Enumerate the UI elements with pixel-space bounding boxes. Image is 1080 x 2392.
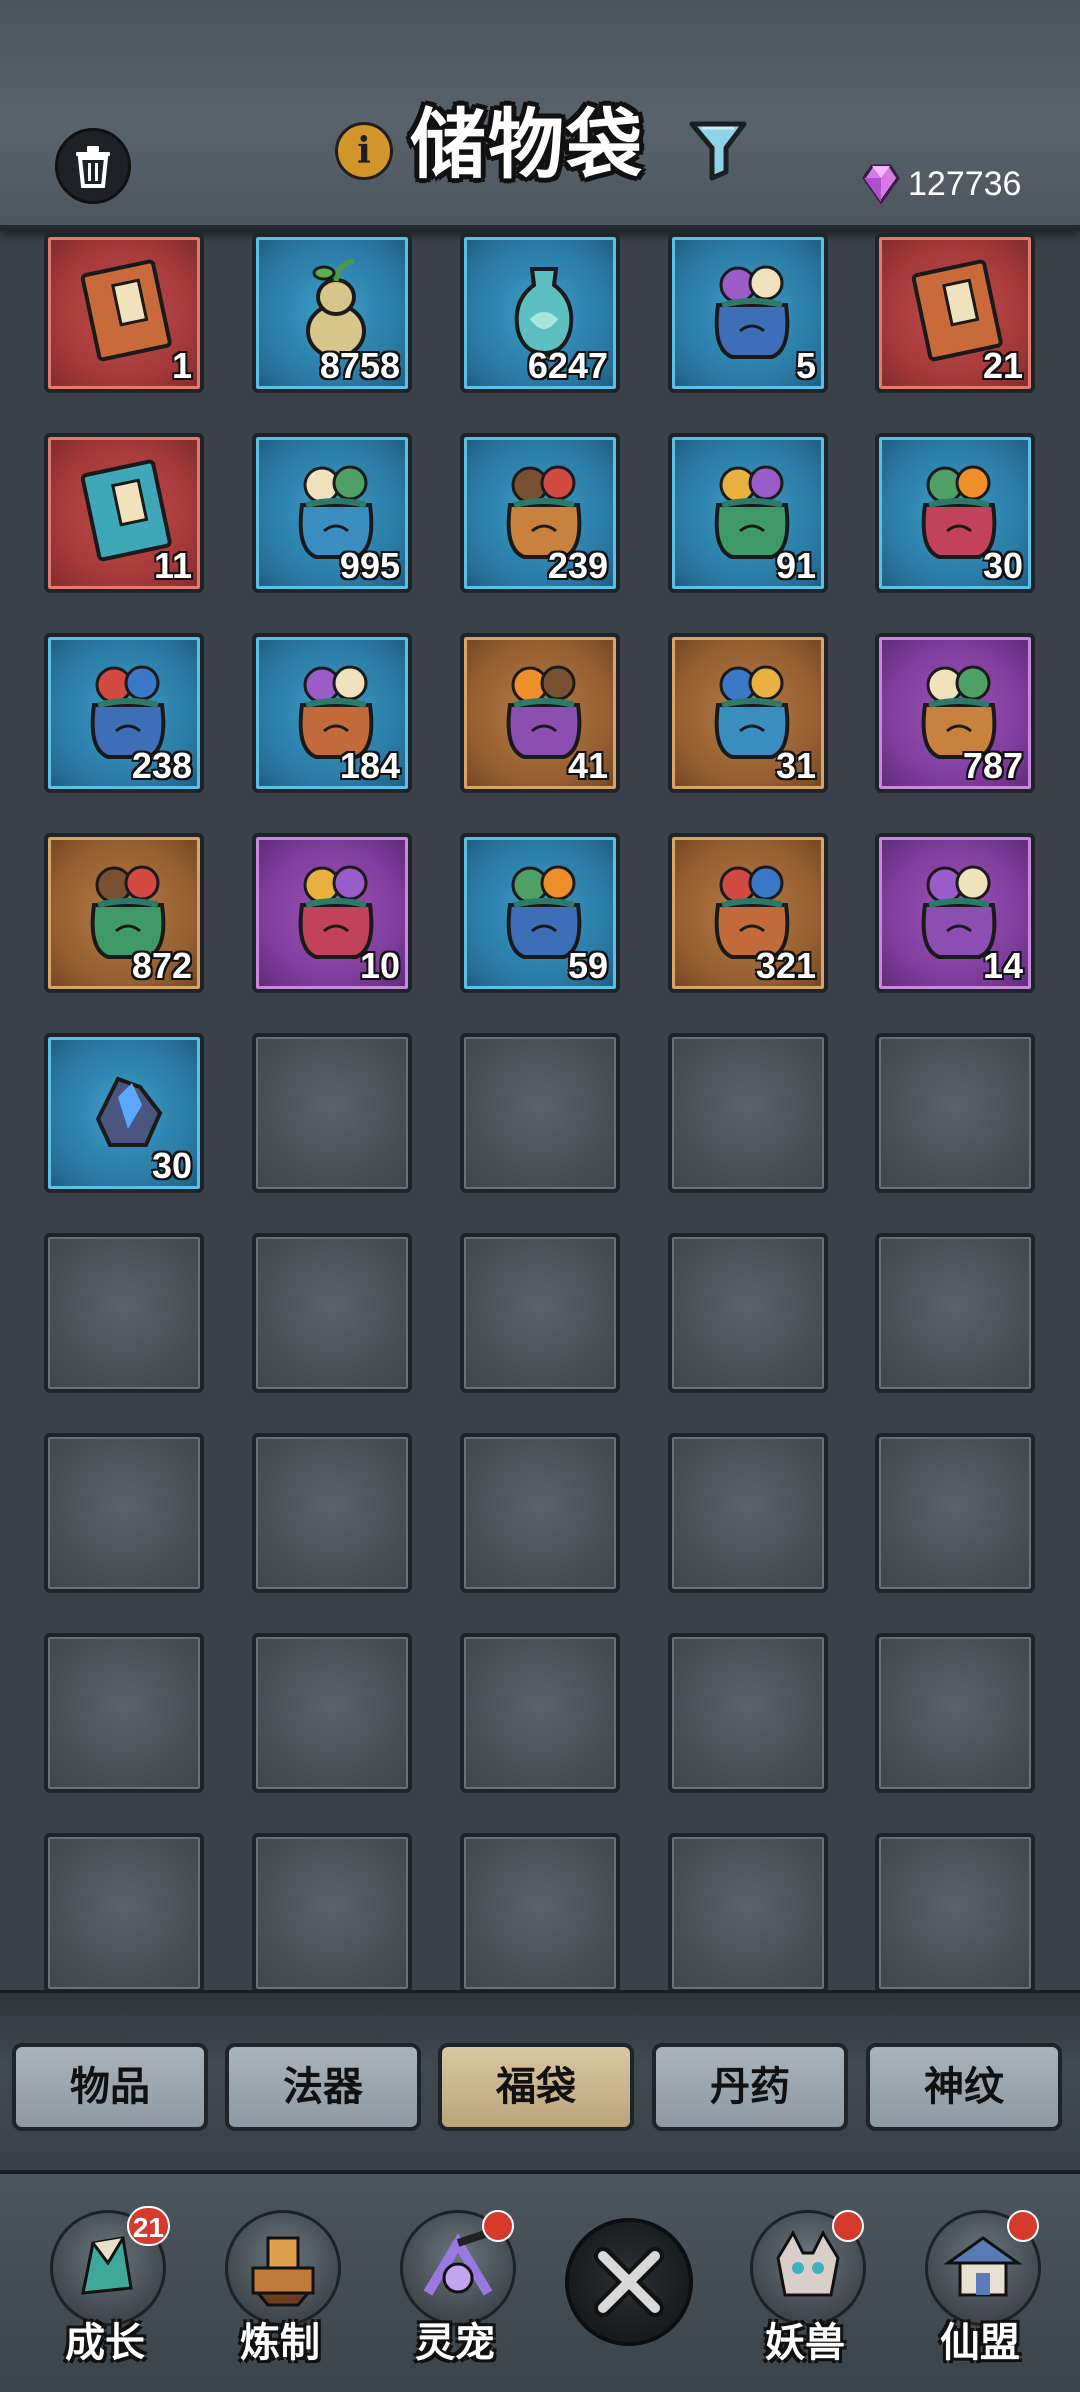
inventory-slot-empty[interactable] — [252, 1033, 412, 1193]
inventory-slot-pouch-ore[interactable]: 91 — [668, 433, 828, 593]
inventory-slot-dao-book[interactable]: 21 — [875, 233, 1035, 393]
nav-label-growth: 成长 — [65, 2320, 145, 2366]
inventory-slot-empty[interactable] — [44, 1433, 204, 1593]
inventory-slot-pouch-fruit-purple[interactable]: 787 — [875, 633, 1035, 793]
inventory-slot-empty[interactable] — [44, 1633, 204, 1793]
nav-label-spirit-pet: 灵宠 — [415, 2320, 495, 2366]
item-quantity: 5 — [795, 345, 816, 386]
item-quantity: 21 — [982, 345, 1023, 386]
forge-icon — [225, 2210, 341, 2326]
filter-icon[interactable] — [688, 118, 748, 182]
inventory-slot-empty[interactable] — [668, 1033, 828, 1193]
inventory-slot-empty[interactable] — [252, 1833, 412, 1993]
item-quantity: 1 — [171, 345, 192, 386]
inventory-slot-pouch-purple-gems[interactable]: 238 — [44, 633, 204, 793]
inventory-slot-pouch-red-purple[interactable]: 995 — [252, 433, 412, 593]
inventory-slot-empty[interactable] — [668, 1233, 828, 1393]
demon-beast-notification-dot — [832, 2210, 864, 2242]
inventory-slot-empty[interactable] — [460, 1833, 620, 1993]
alliance-notification-dot — [1007, 2210, 1039, 2242]
tab-items[interactable]: 物品 — [12, 2043, 208, 2131]
item-quantity: 6247 — [527, 345, 608, 386]
inventory-slot-empty[interactable] — [668, 1833, 828, 1993]
inventory-slot-empty[interactable] — [460, 1033, 620, 1193]
tab-lucky-bags[interactable]: 福袋 — [438, 2043, 634, 2131]
item-quantity: 31 — [775, 745, 816, 786]
inventory-slot-empty[interactable] — [875, 1833, 1035, 1993]
inventory-slot-empty[interactable] — [252, 1433, 412, 1593]
inventory-slot-empty[interactable] — [875, 1033, 1035, 1193]
inventory-slot-de-book[interactable]: 11 — [44, 433, 204, 593]
nav-spirit-pet[interactable]: 灵宠 — [380, 2210, 530, 2380]
item-quantity: 30 — [982, 545, 1023, 586]
item-quantity: 11 — [153, 545, 192, 586]
item-quantity: 8758 — [319, 345, 400, 386]
close-button[interactable] — [565, 2218, 693, 2346]
item-quantity: 14 — [982, 945, 1023, 986]
close-icon — [594, 2247, 664, 2317]
nav-label-forge: 炼制 — [240, 2320, 320, 2366]
item-quantity: 238 — [131, 745, 192, 786]
header-bar: i 储物袋 127736 — [0, 0, 1080, 231]
inventory-slot-pouch-scrolls[interactable]: 41 — [460, 633, 620, 793]
inventory-slot-gourd-sprout[interactable]: 8758 — [252, 233, 412, 393]
tab-artifacts[interactable]: 法器 — [225, 2043, 421, 2131]
item-quantity: 787 — [962, 745, 1023, 786]
item-quantity: 995 — [339, 545, 400, 586]
inventory-slot-jade-vase[interactable]: 6247 — [460, 233, 620, 393]
inventory-slot-spirit-crystal[interactable]: 30 — [44, 1033, 204, 1193]
red-scroll-book-icon — [80, 259, 172, 362]
inventory-slot-empty[interactable] — [875, 1233, 1035, 1393]
page-title: 储物袋 — [410, 100, 644, 189]
currency-display: 127736 — [862, 162, 1021, 206]
nav-alliance[interactable]: 仙盟 — [905, 2210, 1055, 2380]
inventory-slot-pouch-red-green[interactable]: 872 — [44, 833, 204, 993]
nav-growth[interactable]: 21 成长 — [30, 2206, 180, 2380]
tab-runes[interactable]: 神纹 — [866, 2043, 1062, 2131]
inventory-slot-empty[interactable] — [875, 1633, 1035, 1793]
inventory-slot-pouch-stones[interactable]: 59 — [460, 833, 620, 993]
inventory-slot-pouch-papers[interactable]: 184 — [252, 633, 412, 793]
item-quantity: 91 — [775, 545, 816, 586]
info-icon[interactable]: i — [335, 122, 393, 180]
inventory-slot-empty[interactable] — [460, 1433, 620, 1593]
growth-badge: 21 — [126, 2206, 170, 2246]
inventory-slot-pouch-orbs-2[interactable]: 321 — [668, 833, 828, 993]
inventory-slot-pouch-colored-orbs[interactable]: 14 — [875, 833, 1035, 993]
inventory-slot-empty[interactable] — [44, 1833, 204, 1993]
pouch-bread-icon — [714, 265, 790, 359]
nav-label-alliance: 仙盟 — [940, 2320, 1020, 2366]
currency-value: 127736 — [908, 164, 1022, 203]
inventory-slot-empty[interactable] — [460, 1633, 620, 1793]
inventory-slot-empty[interactable] — [252, 1633, 412, 1793]
inventory-slot-pouch-orange-fruit[interactable]: 239 — [460, 433, 620, 593]
inventory-slot-pouch-bread[interactable]: 5 — [668, 233, 828, 393]
inventory-slot-empty[interactable] — [668, 1433, 828, 1593]
spirit-pet-notification-dot — [482, 2210, 514, 2242]
inventory-slot-empty[interactable] — [460, 1233, 620, 1393]
item-quantity: 41 — [567, 745, 608, 786]
inventory-slot-pouch-orbs[interactable]: 10 — [252, 833, 412, 993]
inventory-slot-empty[interactable] — [252, 1233, 412, 1393]
trash-icon — [76, 146, 110, 188]
tab-pills[interactable]: 丹药 — [652, 2043, 848, 2131]
item-quantity: 321 — [755, 945, 816, 986]
inventory-slot-pouch-green-ore[interactable]: 30 — [875, 433, 1035, 593]
nav-label-demon-beast: 妖兽 — [765, 2320, 845, 2366]
nav-demon-beast[interactable]: 妖兽 — [730, 2210, 880, 2380]
item-quantity: 30 — [151, 1145, 192, 1186]
item-quantity: 184 — [339, 745, 400, 786]
item-quantity: 872 — [131, 945, 192, 986]
item-quantity: 59 — [567, 945, 608, 986]
nav-forge[interactable]: 炼制 — [205, 2210, 355, 2380]
inventory-slot-empty[interactable] — [44, 1233, 204, 1393]
purple-gem-icon — [862, 164, 900, 204]
inventory-slot-red-scroll-book[interactable]: 1 — [44, 233, 204, 393]
inventory-slot-empty[interactable] — [875, 1433, 1035, 1593]
inventory-slot-empty[interactable] — [668, 1633, 828, 1793]
item-quantity: 10 — [359, 945, 400, 986]
item-quantity: 239 — [547, 545, 608, 586]
inventory-slot-pouch-scrolls-2[interactable]: 31 — [668, 633, 828, 793]
trash-button[interactable] — [55, 128, 131, 204]
